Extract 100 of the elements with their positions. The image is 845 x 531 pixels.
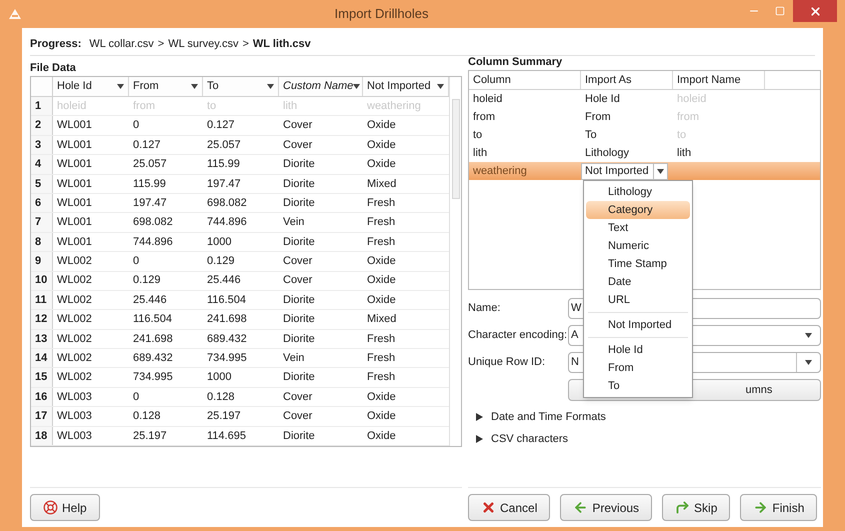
table-cell-text: 0 xyxy=(132,254,140,270)
table-cell-text: to xyxy=(472,128,484,143)
finish-button[interactable]: Finish xyxy=(740,494,818,521)
table-cell-text: WL001 xyxy=(56,215,93,230)
table-cell-text: Diorite xyxy=(282,234,316,250)
table-cell-text: WL002 xyxy=(56,254,93,270)
table-cell-text: Vein xyxy=(282,351,306,366)
table-cell-text: 116.504 xyxy=(206,292,247,308)
row-number: 4 xyxy=(31,155,53,174)
table-cell-text: WL001 xyxy=(56,234,93,250)
table-cell-text: 197.47 xyxy=(206,176,242,192)
caret-icon xyxy=(353,84,360,89)
row-number: 3 xyxy=(31,136,53,154)
table-cell-text: 115.99 xyxy=(132,176,167,192)
previous-button[interactable]: Previous xyxy=(560,494,652,521)
table-cell-text: WL003 xyxy=(56,428,93,444)
expand-triangle-icon xyxy=(476,413,483,421)
column-header[interactable]: Hole Id xyxy=(53,77,129,96)
table-cell-text: 744.896 xyxy=(206,215,248,230)
caret-icon xyxy=(805,360,812,365)
column-header[interactable]: Import Name xyxy=(673,71,765,89)
table-cell-text: Mixed xyxy=(366,312,398,328)
table-cell-text: 25.057 xyxy=(206,138,242,153)
expander[interactable]: CSV characters xyxy=(476,431,822,447)
table-cell-text: Fresh xyxy=(366,196,396,211)
separator-text: > xyxy=(242,37,249,52)
table-cell-text: WL001 xyxy=(56,176,93,192)
import-type-dropdown[interactable]: Not Imported xyxy=(581,162,668,180)
menu-item[interactable]: To xyxy=(586,377,690,395)
column-header[interactable]: Not Imported xyxy=(363,77,449,96)
table-cell-text: lith xyxy=(472,146,488,161)
table-cell-text: Oxide xyxy=(366,390,397,405)
column-header[interactable]: Import As xyxy=(581,71,673,89)
row-number: 11 xyxy=(31,290,53,310)
help-button[interactable]: Help xyxy=(30,494,100,521)
help-icon xyxy=(43,500,58,515)
row-number: 8 xyxy=(31,232,53,252)
table-cell-text: 0.128 xyxy=(132,409,162,424)
table-cell-text: weathering xyxy=(472,164,528,179)
menu-item[interactable]: Time Stamp xyxy=(586,255,690,273)
row-number: 7 xyxy=(31,213,53,232)
table-cell-text: Fresh xyxy=(366,234,396,250)
table-cell-text: Oxide xyxy=(366,118,397,134)
caret-icon xyxy=(191,84,198,89)
table-cell-text: From xyxy=(584,110,612,125)
expand-triangle-icon xyxy=(476,435,483,443)
cancel-button[interactable]: Cancel xyxy=(468,494,550,521)
table-cell-text: WL001 xyxy=(56,157,93,172)
table-cell-text: Oxide xyxy=(366,273,397,288)
row-number: 12 xyxy=(31,310,53,329)
table-cell-text: Cover xyxy=(282,118,314,134)
table-cell-text: 1000 xyxy=(206,234,232,250)
menu-item[interactable]: Text xyxy=(586,219,690,237)
caret-icon xyxy=(437,84,444,89)
window-title: Import Drillholes xyxy=(334,5,430,24)
close-button[interactable] xyxy=(793,0,837,22)
row-number: 15 xyxy=(31,368,53,387)
table-cell-text: WL002 xyxy=(56,370,93,386)
table-cell-text: 116.504 xyxy=(132,312,173,328)
column-header[interactable]: To xyxy=(203,77,279,96)
table-cell-text: 0.129 xyxy=(132,273,162,288)
expander[interactable]: Date and Time Formats xyxy=(476,409,822,425)
column-header[interactable]: Custom Name xyxy=(279,77,363,96)
close-icon xyxy=(481,500,496,515)
section-title: File Data xyxy=(30,61,77,76)
table-cell-text: Diorite xyxy=(282,292,316,308)
skip-button[interactable]: Skip xyxy=(662,494,730,521)
table-cell-text: WL001 xyxy=(56,138,93,153)
table-cell-text: 197.47 xyxy=(132,196,168,211)
menu-item[interactable]: Numeric xyxy=(586,237,690,255)
table-cell-text: 25.446 xyxy=(206,273,242,288)
menu-item[interactable]: Date xyxy=(586,273,690,291)
table-cell-text: Oxide xyxy=(366,409,397,424)
row-number: 1 xyxy=(31,97,53,116)
table-cell-text: WL002 xyxy=(56,351,93,366)
scrollbar[interactable] xyxy=(449,77,461,446)
table-cell-text: WL001 xyxy=(56,196,93,211)
table-cell-text: 0.127 xyxy=(132,138,162,153)
progress-label: Progress: xyxy=(30,37,82,52)
column-header[interactable]: From xyxy=(129,77,203,96)
table-cell-text: 115.99 xyxy=(206,157,241,172)
table-cell-text: 0.127 xyxy=(206,118,236,134)
curved-arrow-icon xyxy=(675,500,690,515)
table-cell-text: WL002 xyxy=(56,312,93,328)
column-header[interactable]: Column xyxy=(469,71,581,89)
caret-icon xyxy=(267,84,274,89)
table-cell-text: Cover xyxy=(282,254,314,270)
table-cell-text: Fresh xyxy=(366,332,396,347)
table-cell-text: WL002 xyxy=(56,292,93,308)
table-cell-text: Diorite xyxy=(282,312,316,328)
row-number: 18 xyxy=(31,426,53,446)
table-cell-text: 1000 xyxy=(206,370,232,386)
table-cell-text: Lithology xyxy=(584,146,630,161)
row-number: 9 xyxy=(31,252,53,271)
table-cell-text: Oxide xyxy=(366,254,397,270)
progress-step: WL collar.csv xyxy=(89,36,154,53)
menu-item[interactable]: Lithology xyxy=(586,183,690,201)
summary-row[interactable]: lith Lithology lith xyxy=(469,144,820,162)
menu-item[interactable]: Category xyxy=(586,201,690,219)
table-cell-text: 744.896 xyxy=(132,234,174,250)
